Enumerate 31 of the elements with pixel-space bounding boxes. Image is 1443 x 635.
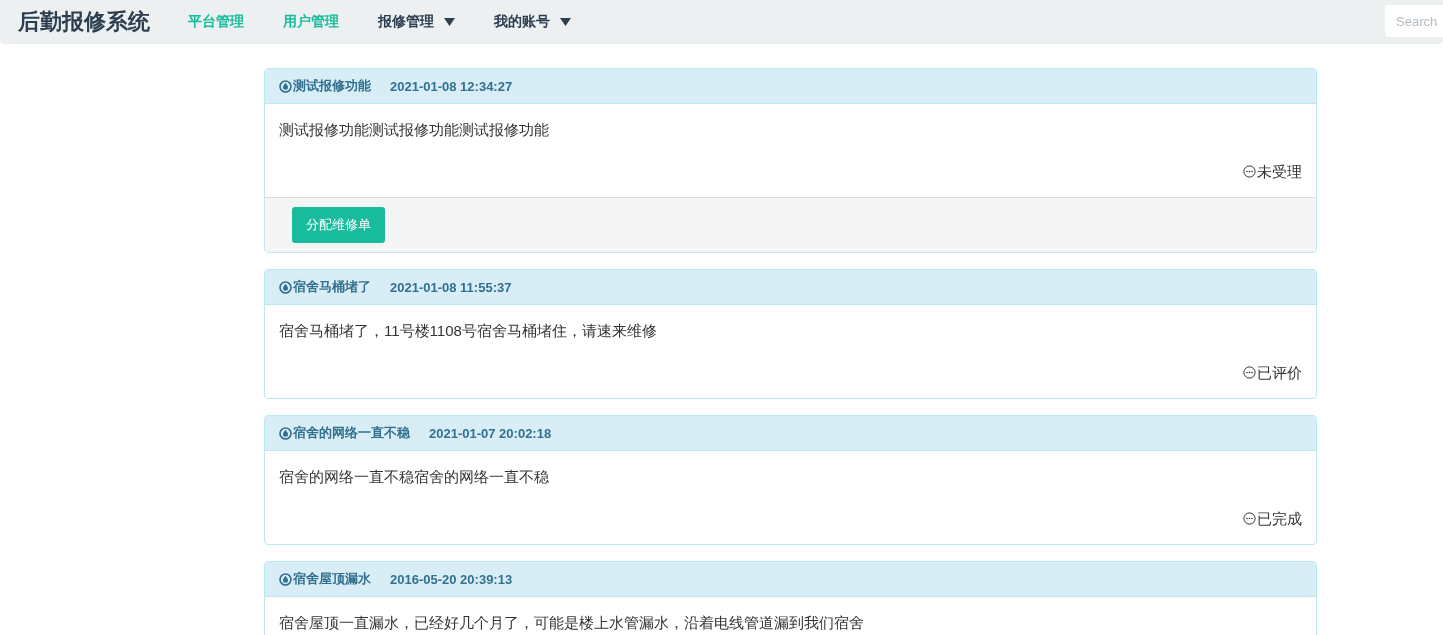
ellipsis-circle-icon — [1243, 512, 1256, 525]
ellipsis-circle-icon — [1243, 165, 1256, 178]
report-status: 未受理 — [1243, 161, 1302, 182]
nav-link[interactable]: 用户管理 — [283, 13, 359, 31]
report-time: 2021-01-08 12:34:27 — [390, 78, 513, 94]
report-status: 已完成 — [1243, 508, 1302, 529]
report-time: 2021-01-07 20:02:18 — [429, 425, 552, 441]
ellipsis-circle-icon — [1243, 366, 1256, 379]
droplet-circle-icon — [279, 426, 292, 440]
report-title: 宿舍屋顶漏水 — [279, 570, 371, 588]
caret-icon — [560, 18, 571, 26]
droplet-circle-icon — [279, 79, 292, 93]
report-description: 测试报修功能测试报修功能测试报修功能 — [279, 120, 550, 140]
report-time: 2016-05-20 20:39:13 — [390, 571, 513, 587]
report-title: 宿舍马桶堵了 — [279, 278, 371, 296]
report-description: 宿舍马桶堵了，11号楼1108号宿舍马桶堵住，请速来维修 — [279, 321, 658, 341]
nav-dropdown[interactable]: 报修管理 — [378, 13, 475, 31]
report-time: 2021-01-08 11:55:37 — [390, 279, 512, 295]
nav-link[interactable]: 平台管理 — [188, 13, 264, 31]
droplet-circle-icon — [279, 572, 292, 586]
assign-button[interactable]: 分配维修单 — [292, 207, 385, 243]
search-field[interactable]: Search — [1385, 5, 1443, 37]
droplet-circle-icon — [279, 280, 292, 294]
report-description: 宿舍的网络一直不稳宿舍的网络一直不稳 — [279, 467, 550, 487]
report-status: 已评价 — [1243, 362, 1302, 383]
report-description: 宿舍屋顶一直漏水，已经好几个月了，可能是楼上水管漏水，沿着电线管道漏到我们宿舍 — [279, 613, 865, 633]
report-title: 测试报修功能 — [279, 77, 371, 95]
nav-dropdown[interactable]: 我的账号 — [494, 13, 591, 31]
report-title: 宿舍的网络一直不稳 — [279, 424, 410, 442]
brand-title: 后勤报修系统 — [18, 8, 150, 36]
caret-icon — [444, 18, 455, 26]
